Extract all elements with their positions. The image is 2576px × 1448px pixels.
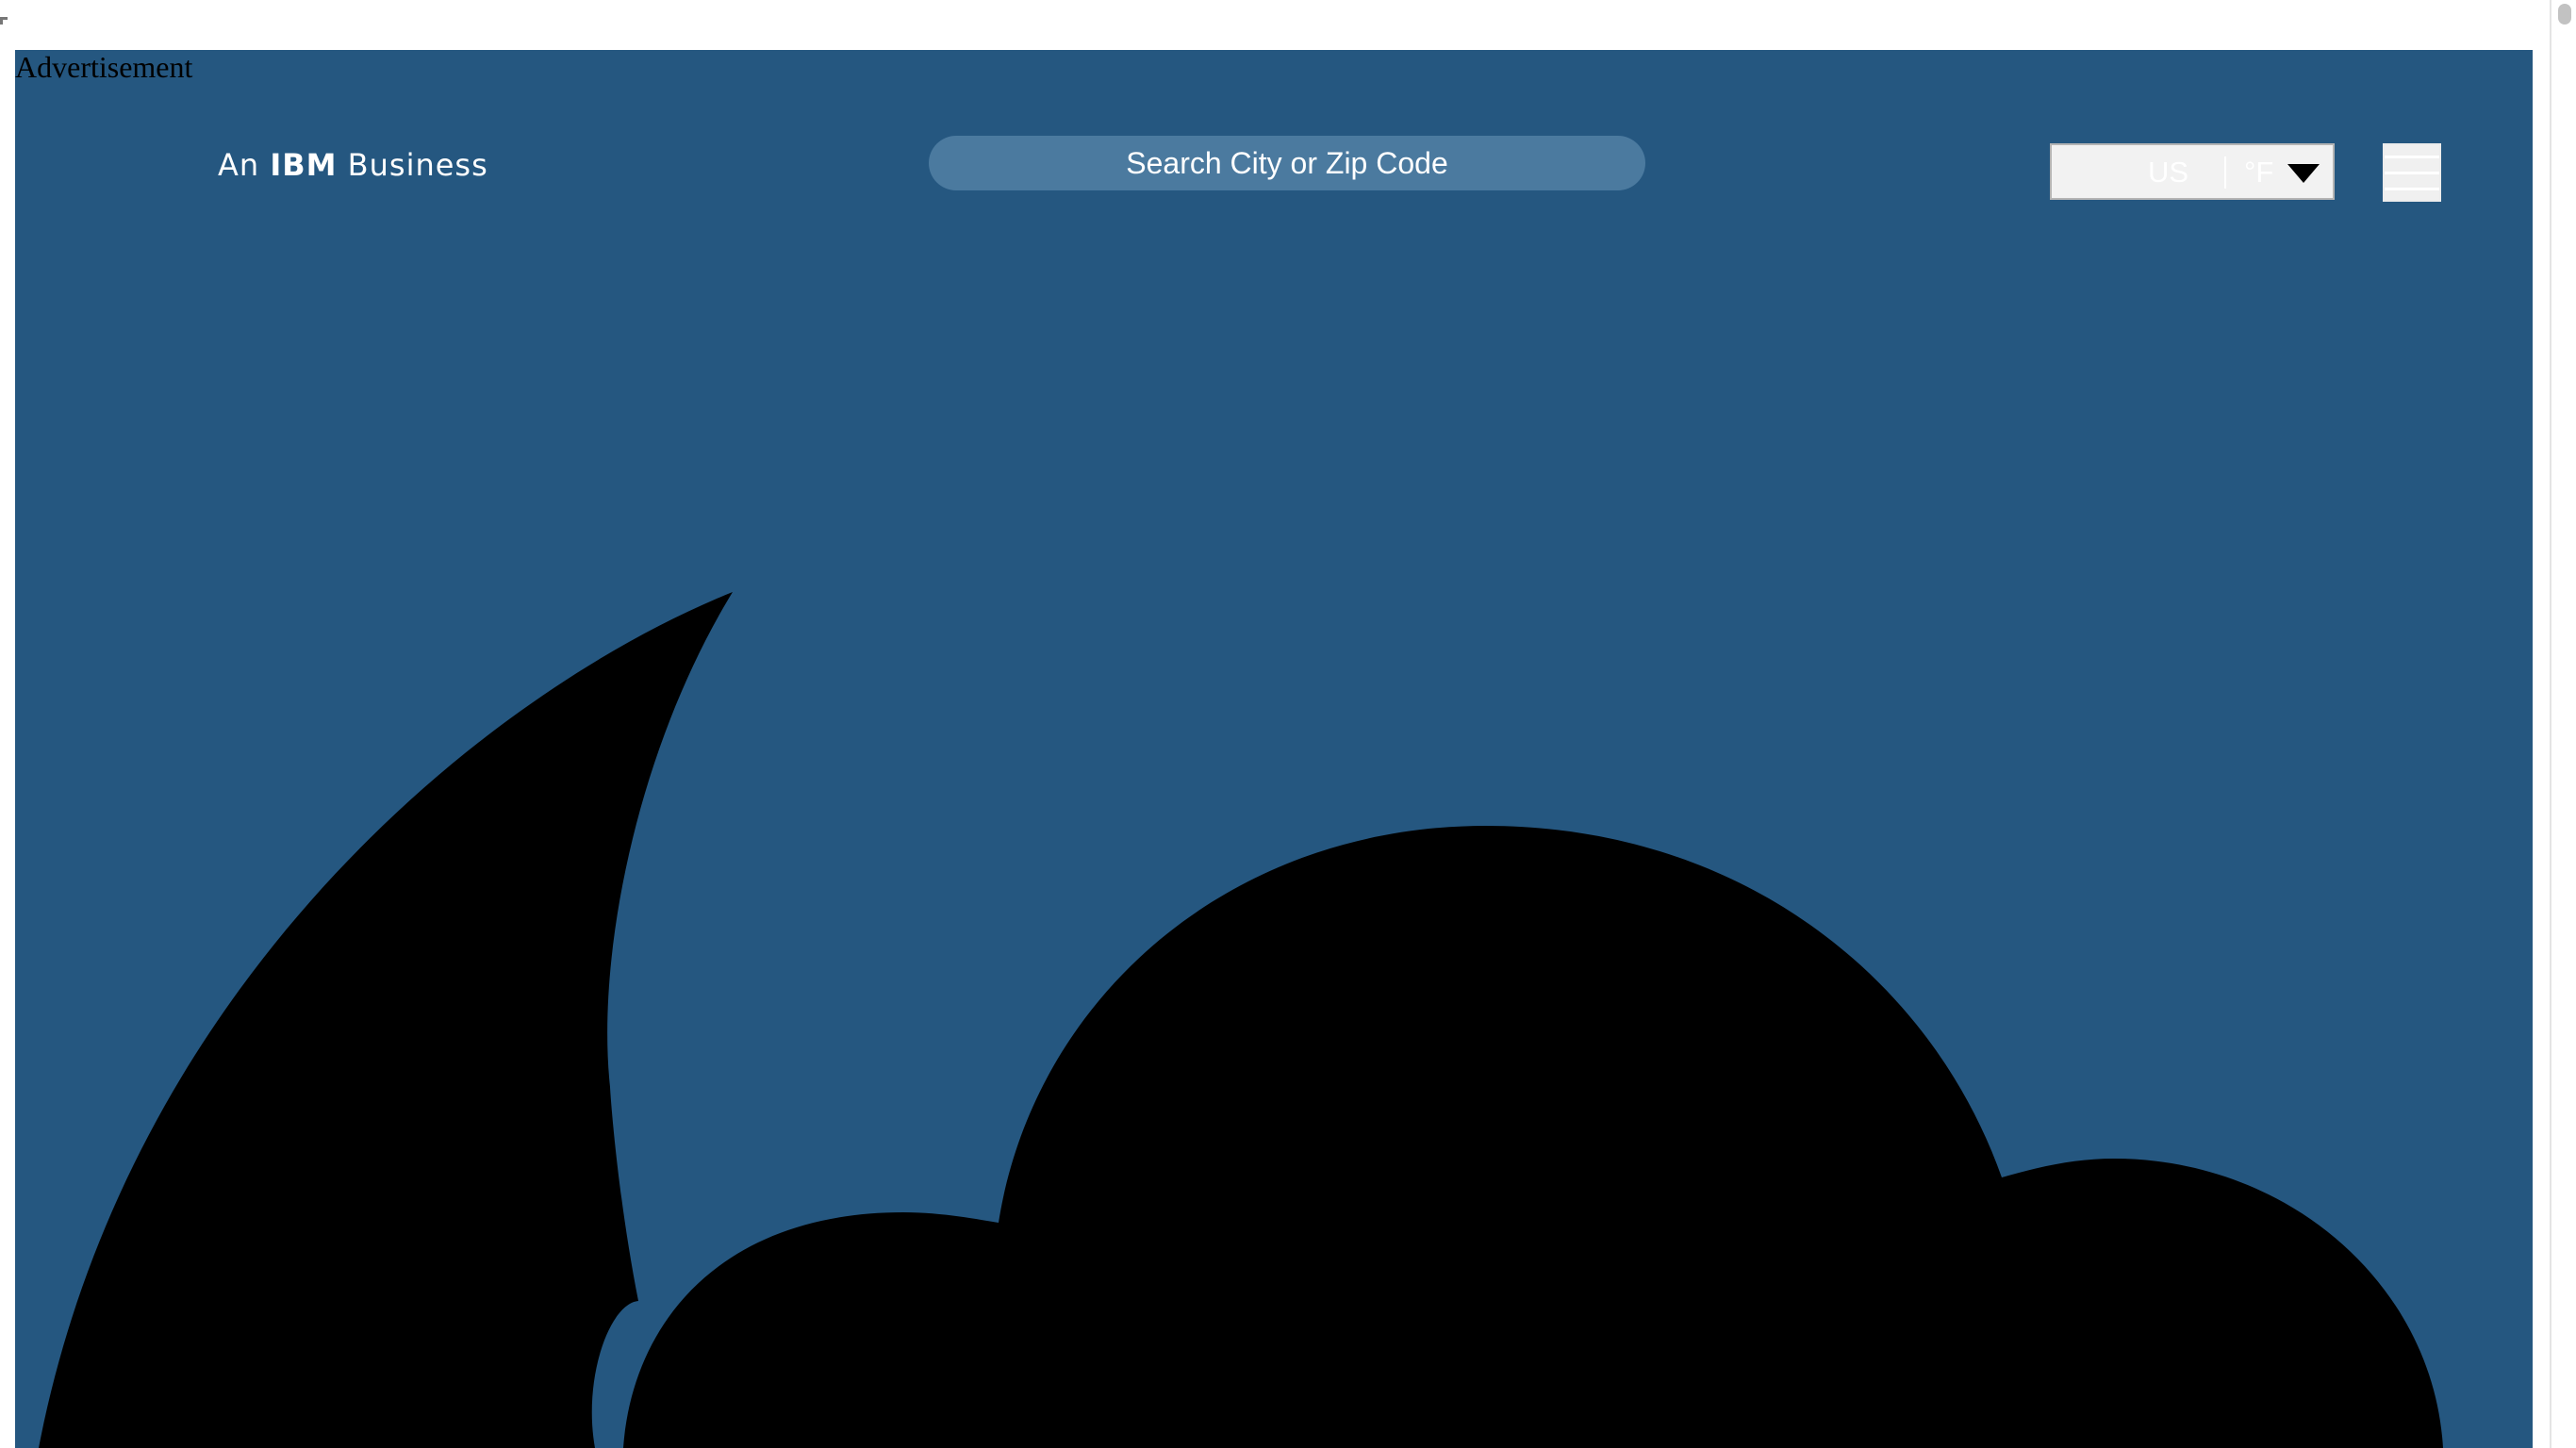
vertical-scrollbar[interactable] — [2550, 0, 2576, 1448]
cloud-icon — [623, 826, 2443, 1448]
unit-region-label: US — [2148, 156, 2189, 189]
unit-divider — [2224, 156, 2226, 189]
tagline-prefix: An — [218, 147, 260, 183]
unit-selector[interactable]: US °F — [2050, 143, 2335, 200]
menu-line-bottom — [2385, 188, 2439, 190]
menu-line-top — [2385, 156, 2439, 158]
broken-image-icon — [0, 17, 8, 25]
partly-cloudy-night-icon — [39, 592, 2443, 1448]
search-placeholder: Search City or Zip Code — [1126, 146, 1448, 180]
hamburger-menu-icon[interactable] — [2383, 143, 2441, 202]
advertisement-label: Advertisement — [15, 50, 193, 84]
chevron-down-icon — [2287, 164, 2320, 183]
browser-page: An IBM Business Search City or Zip Code … — [0, 0, 2576, 1448]
temperature-unit-label: °F — [2244, 156, 2274, 189]
city-zip-search-input[interactable]: Search City or Zip Code — [929, 136, 1645, 190]
tagline-brand: IBM — [270, 147, 338, 183]
moon-icon — [39, 592, 733, 1448]
scrollbar-thumb[interactable] — [2558, 4, 2571, 25]
site-header: An IBM Business Search City or Zip Code … — [15, 50, 2533, 1448]
ibm-business-tagline: An IBM Business — [218, 142, 488, 188]
menu-line-middle — [2385, 172, 2439, 174]
tagline-suffix: Business — [347, 147, 488, 183]
